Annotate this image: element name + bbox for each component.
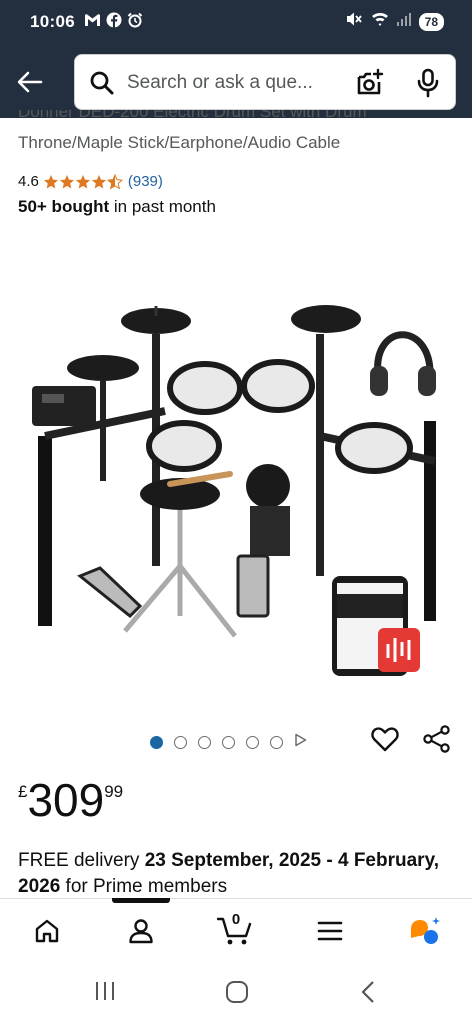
nav-menu[interactable] bbox=[310, 913, 350, 949]
carousel-dot[interactable] bbox=[270, 736, 283, 749]
rating-value: 4.6 bbox=[18, 173, 39, 190]
heart-icon[interactable] bbox=[370, 724, 400, 759]
carousel-dot[interactable] bbox=[198, 736, 211, 749]
search-icon bbox=[89, 70, 115, 101]
back-button[interactable] bbox=[12, 64, 48, 100]
active-tab-indicator bbox=[112, 898, 170, 903]
product-title-line-1[interactable]: Donner DED-200 Electric Drum Set with Dr… bbox=[18, 110, 458, 124]
delivery-suffix: for Prime members bbox=[60, 876, 228, 897]
star-icon bbox=[91, 174, 106, 188]
share-icon[interactable] bbox=[422, 724, 452, 759]
status-time: 10:06 bbox=[30, 12, 75, 31]
system-navigation bbox=[0, 962, 472, 1024]
star-icon bbox=[59, 174, 74, 188]
status-bar: 10:06 78 bbox=[0, 0, 472, 46]
back-arrow-icon bbox=[17, 71, 43, 93]
delivery-prefix: FREE delivery bbox=[18, 850, 145, 871]
rating-count-link[interactable]: (939) bbox=[128, 173, 163, 190]
search-box[interactable] bbox=[74, 54, 456, 110]
star-icon bbox=[75, 174, 90, 188]
menu-icon bbox=[317, 921, 343, 941]
microphone-icon[interactable] bbox=[415, 68, 441, 103]
recent-apps-icon[interactable] bbox=[93, 980, 117, 1007]
image-carousel-dots[interactable] bbox=[150, 733, 307, 752]
rating-row[interactable]: 4.6 (939) bbox=[18, 173, 163, 190]
video-play-icon[interactable] bbox=[294, 733, 307, 752]
cart-count: 0 bbox=[231, 911, 241, 928]
half-star-icon bbox=[106, 173, 123, 189]
status-right: 78 bbox=[345, 11, 444, 32]
price: £ 309 99 bbox=[18, 774, 123, 826]
nav-cart[interactable]: 0 bbox=[215, 911, 255, 949]
nav-rufus[interactable] bbox=[405, 913, 445, 949]
mute-icon bbox=[345, 11, 363, 32]
home-button-icon[interactable] bbox=[225, 980, 249, 1009]
search-header bbox=[0, 46, 472, 118]
carousel-dot[interactable] bbox=[222, 736, 235, 749]
bottom-navigation: 0 bbox=[0, 898, 472, 962]
rating-stars bbox=[43, 173, 123, 190]
camera-search-icon[interactable] bbox=[355, 68, 385, 103]
search-input[interactable] bbox=[127, 69, 343, 97]
notification-icons bbox=[84, 12, 143, 33]
gmail-icon bbox=[84, 13, 101, 32]
price-whole: 309 bbox=[27, 774, 105, 826]
product-image[interactable] bbox=[20, 276, 452, 686]
product-title-line-2[interactable]: Throne/Maple Stick/Earphone/Audio Cable bbox=[18, 133, 340, 153]
nav-account[interactable] bbox=[121, 913, 161, 949]
price-currency: £ bbox=[18, 782, 28, 801]
home-icon bbox=[35, 919, 59, 943]
signal-icon bbox=[396, 12, 411, 31]
rufus-icon bbox=[411, 917, 440, 944]
facebook-icon bbox=[106, 12, 122, 33]
star-icon bbox=[43, 174, 58, 188]
account-icon bbox=[129, 919, 153, 944]
wifi-icon bbox=[371, 11, 389, 32]
carousel-dot[interactable] bbox=[246, 736, 259, 749]
system-back-icon[interactable] bbox=[360, 980, 376, 1009]
alarm-icon bbox=[127, 12, 143, 33]
nav-home[interactable] bbox=[27, 913, 67, 949]
price-fraction: 99 bbox=[104, 782, 124, 801]
carousel-dot[interactable] bbox=[174, 736, 187, 749]
bought-in-past-month: 50+ bought in past month bbox=[18, 197, 216, 217]
bought-count: 50+ bought bbox=[18, 197, 110, 216]
battery-indicator: 78 bbox=[418, 12, 444, 31]
bought-text: in past month bbox=[109, 197, 216, 216]
carousel-dot-active[interactable] bbox=[150, 736, 163, 749]
delivery-info[interactable]: FREE delivery 23 September, 2025 - 4 Feb… bbox=[18, 848, 458, 900]
